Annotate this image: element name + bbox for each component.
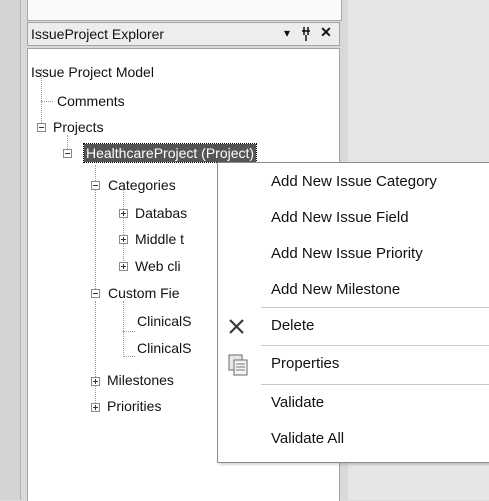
menu-item-properties[interactable]: Properties <box>218 347 489 383</box>
pin-icon[interactable] <box>298 24 314 44</box>
menu-item-add-issue-category[interactable]: Add New Issue Category <box>218 165 489 201</box>
expand-icon[interactable] <box>119 209 128 218</box>
expand-icon[interactable] <box>119 262 128 271</box>
menu-item-label: Add New Issue Category <box>271 173 437 190</box>
tree-node-milestones[interactable]: Milestones <box>107 371 174 389</box>
tree-node-healthcare-project[interactable]: HealthcareProject (Project) <box>82 143 258 163</box>
menu-separator <box>261 345 489 346</box>
tree-node-custom-fields[interactable]: Custom Fie <box>108 284 180 302</box>
tree-node-category-middle[interactable]: Middle t <box>135 230 184 248</box>
tree-line <box>123 331 135 332</box>
menu-item-add-issue-priority[interactable]: Add New Issue Priority <box>218 237 489 273</box>
menu-item-label: Validate All <box>271 430 345 447</box>
tree-node-categories[interactable]: Categories <box>108 176 176 194</box>
tree-node-root[interactable]: Issue Project Model <box>31 63 154 81</box>
context-menu: Add New Issue Category Add New Issue Fie… <box>217 162 489 463</box>
properties-icon <box>226 353 250 377</box>
tree-line <box>123 301 124 355</box>
tree-line <box>41 101 53 102</box>
tree-node-comments[interactable]: Comments <box>57 92 125 110</box>
menu-item-label: Add New Issue Priority <box>271 245 423 262</box>
menu-item-validate[interactable]: Validate <box>218 386 489 422</box>
expand-icon[interactable] <box>91 377 100 386</box>
expand-icon[interactable] <box>119 235 128 244</box>
collapse-icon[interactable] <box>37 123 46 132</box>
top-panel-strip <box>27 0 342 21</box>
collapse-icon[interactable] <box>91 289 100 298</box>
menu-item-label: Add New Milestone <box>271 281 401 298</box>
delete-x-icon <box>226 315 250 339</box>
tree-node-custom-field-2[interactable]: ClinicalS <box>137 339 191 357</box>
menu-item-add-issue-field[interactable]: Add New Issue Field <box>218 201 489 237</box>
tree-node-category-database[interactable]: Databas <box>135 204 187 222</box>
tree-line <box>123 189 124 267</box>
close-icon[interactable]: ✕ <box>318 24 334 41</box>
menu-item-label: Add New Issue Field <box>271 209 409 226</box>
tree-line <box>95 301 96 411</box>
menu-separator <box>261 307 489 308</box>
tree-node-priorities[interactable]: Priorities <box>107 397 161 415</box>
menu-item-add-milestone[interactable]: Add New Milestone <box>218 273 489 309</box>
expand-icon[interactable] <box>91 403 100 412</box>
dropdown-icon[interactable]: ▾ <box>279 26 295 40</box>
tree-node-category-web[interactable]: Web cli <box>135 257 181 275</box>
tree-node-projects[interactable]: Projects <box>53 118 104 136</box>
collapse-icon[interactable] <box>91 181 100 190</box>
tree-node-custom-field-1[interactable]: ClinicalS <box>137 312 191 330</box>
tree-line <box>123 356 135 357</box>
menu-item-label: Delete <box>271 317 315 334</box>
collapse-icon[interactable] <box>63 149 72 158</box>
menu-separator <box>261 384 489 385</box>
menu-item-label: Properties <box>271 355 340 372</box>
menu-item-label: Validate <box>271 394 325 411</box>
application-window: IssueProject Explorer ▾ ✕ Issue Project … <box>0 0 489 501</box>
explorer-title: IssueProject Explorer <box>31 26 165 42</box>
menu-item-validate-all[interactable]: Validate All <box>218 422 489 458</box>
menu-item-delete[interactable]: Delete <box>218 309 489 345</box>
explorer-header: IssueProject Explorer ▾ ✕ <box>27 22 340 46</box>
